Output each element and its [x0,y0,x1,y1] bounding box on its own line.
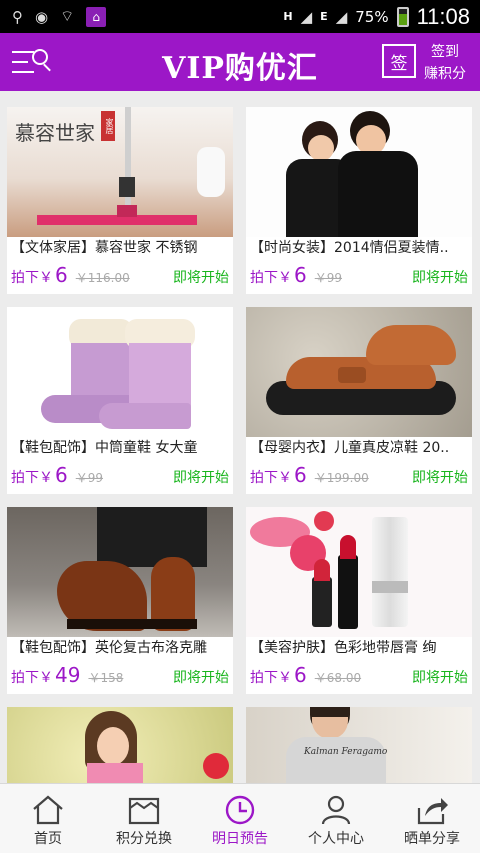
tab-tomorrow-preview[interactable]: 明日预告 [192,784,288,853]
product-image-dress [7,707,233,783]
price-row: 拍下￥ 6 ￥68.00 即将开始 [250,663,468,687]
product-card[interactable]: 【时尚女装】2014情侣夏装情.. 拍下￥ 6 ￥99 即将开始 [246,107,472,294]
sweater-print-text: Kalman Feragamo [304,747,388,757]
eye-icon: ◉ [35,7,49,26]
original-price: ￥158 [88,671,124,685]
signal-icon-1: ◢ [300,7,313,26]
tab-personal-center-label: 个人中心 [308,831,364,847]
bottom-tab-bar: 首页 积分兑换 明日预告 个人中心 晒单分享 [0,783,480,853]
product-card[interactable]: 【鞋包配饰】中筒童鞋 女大童 拍下￥ 6 ￥99 即将开始 [7,307,233,494]
original-price: ￥99 [75,471,104,485]
price-value: 6 [294,463,307,487]
product-name: 【鞋包配饰】中筒童鞋 女大童 [11,440,198,456]
earn-points-label: 赚积分 [424,66,466,82]
original-price: ￥116.00 [75,271,130,285]
product-card[interactable]: 【鞋包配饰】英伦复古布洛克雕 拍下￥ 49 ￥158 即将开始 [7,507,233,694]
tab-points-exchange[interactable]: 积分兑换 [96,784,192,853]
price-label: 拍下￥ [250,670,292,686]
tab-tomorrow-preview-label: 明日预告 [212,831,268,847]
brand-seal: 家居 [101,111,115,141]
person-icon [319,794,353,826]
sign-in-button[interactable]: 签到 赚积分 [424,41,466,85]
product-name: 【母婴内衣】儿童真皮凉鞋 20.. [250,440,450,456]
tab-home-label: 首页 [34,831,62,847]
price-value: 49 [55,663,81,687]
product-card[interactable]: Kalman Feragamo [246,707,472,783]
deal-status: 即将开始 [412,270,468,286]
product-image-lipstick [246,507,472,637]
gift-box-icon [127,794,161,826]
sign-in-label: 签到 [431,44,459,60]
product-image-couple-tshirts [246,107,472,237]
sign-in-icon[interactable]: 签 [382,44,416,78]
product-name: 【美容护肤】色彩地带唇膏 绚 [250,640,437,656]
price-row: 拍下￥ 6 ￥116.00 即将开始 [11,263,229,287]
product-card[interactable]: 【美容护肤】色彩地带唇膏 绚 拍下￥ 6 ￥68.00 即将开始 [246,507,472,694]
deal-status: 即将开始 [173,270,229,286]
product-image-sandals [246,307,472,437]
brand-logo-text: 慕容世家 [15,121,95,145]
price-row: 拍下￥ 49 ￥158 即将开始 [11,663,229,687]
original-price: ￥199.00 [314,471,369,485]
original-price: ￥68.00 [314,671,362,685]
signal-icon-2: ◢ [335,7,348,26]
tab-home[interactable]: 首页 [0,784,96,853]
tab-personal-center[interactable]: 个人中心 [288,784,384,853]
deal-status: 即将开始 [173,670,229,686]
price-row: 拍下￥ 6 ￥199.00 即将开始 [250,463,468,487]
product-image-sweater: Kalman Feragamo [246,707,472,783]
battery-percent: 75% [355,7,389,26]
product-card[interactable] [7,707,233,783]
status-bar: ⚲ ◉ ⌔ ⌂ H ◢ E ◢ 75% 11:08 [0,0,480,33]
price-value: 6 [55,463,68,487]
usb-icon: ⚲ [12,7,23,26]
app-home-icon: ⌂ [86,6,107,27]
share-icon [415,794,449,826]
price-label: 拍下￥ [11,670,53,686]
product-name: 【鞋包配饰】英伦复古布洛克雕 [11,640,207,656]
product-image-mop: 慕容世家 家居 [7,107,233,237]
tab-share-orders-label: 晒单分享 [404,831,460,847]
product-image-snow-boots [7,307,233,437]
price-label: 拍下￥ [250,270,292,286]
price-row: 拍下￥ 6 ￥99 即将开始 [11,463,229,487]
price-label: 拍下￥ [11,270,53,286]
price-value: 6 [294,663,307,687]
home-icon [31,794,65,826]
price-value: 6 [294,263,307,287]
product-card[interactable]: 慕容世家 家居 【文体家居】慕容世家 不锈钢 拍下￥ 6 ￥116.00 即将开… [7,107,233,294]
battery-icon [396,6,409,27]
deal-status: 即将开始 [412,670,468,686]
product-name: 【时尚女装】2014情侣夏装情.. [250,240,449,256]
price-label: 拍下￥ [11,470,53,486]
product-image-brogues [7,507,233,637]
wifi-icon: ⌔ [60,7,75,25]
app-header: VIP购优汇 签 签到 赚积分 [0,33,480,91]
product-name: 【文体家居】慕容世家 不锈钢 [11,240,198,256]
clock-time: 11:08 [416,3,470,29]
network-type-h: H [283,10,293,23]
product-grid: 慕容世家 家居 【文体家居】慕容世家 不锈钢 拍下￥ 6 ￥116.00 即将开… [0,91,480,783]
clock-icon [223,794,257,826]
price-value: 6 [55,263,68,287]
tab-share-orders[interactable]: 晒单分享 [384,784,480,853]
deal-status: 即将开始 [173,470,229,486]
product-card[interactable]: 【母婴内衣】儿童真皮凉鞋 20.. 拍下￥ 6 ￥199.00 即将开始 [246,307,472,494]
original-price: ￥99 [314,271,343,285]
deal-status: 即将开始 [412,470,468,486]
network-type-e: E [320,10,328,23]
tab-points-exchange-label: 积分兑换 [116,831,172,847]
price-label: 拍下￥ [250,470,292,486]
price-row: 拍下￥ 6 ￥99 即将开始 [250,263,468,287]
